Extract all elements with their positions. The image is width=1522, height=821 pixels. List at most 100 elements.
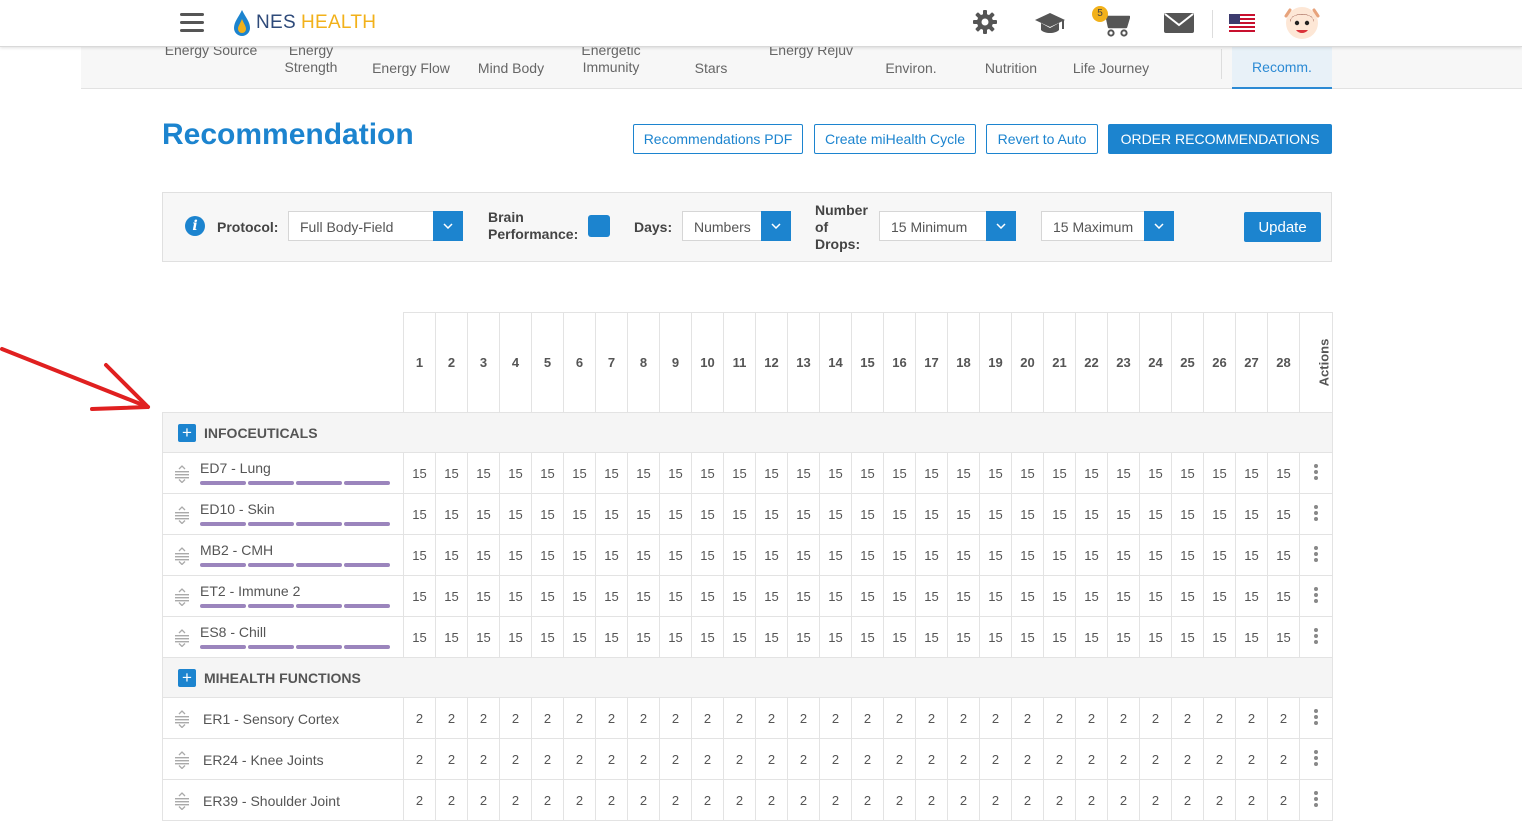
dose-cell[interactable]: 2 bbox=[499, 697, 532, 739]
drag-handle-icon[interactable] bbox=[174, 588, 190, 607]
revert-to-auto-button[interactable]: Revert to Auto bbox=[986, 124, 1098, 154]
dose-cell[interactable]: 15 bbox=[1107, 452, 1140, 494]
dose-cell[interactable]: 2 bbox=[531, 697, 564, 739]
tab-energy-rejuv[interactable]: Energy Rejuv bbox=[761, 42, 861, 89]
dose-cell[interactable]: 15 bbox=[467, 452, 500, 494]
dose-cell[interactable]: 15 bbox=[691, 616, 724, 658]
dose-cell[interactable]: 15 bbox=[883, 616, 916, 658]
dose-cell[interactable]: 15 bbox=[1075, 493, 1108, 535]
dose-cell[interactable]: 15 bbox=[1235, 575, 1268, 617]
dose-cell[interactable]: 15 bbox=[723, 616, 756, 658]
drops-minimum-select[interactable]: 15 Minimum bbox=[879, 211, 1016, 241]
create-mihealth-cycle-button[interactable]: Create miHealth Cycle bbox=[814, 124, 976, 154]
dose-cell[interactable]: 15 bbox=[467, 534, 500, 576]
dose-cell[interactable]: 15 bbox=[1139, 616, 1172, 658]
days-select[interactable]: Numbers bbox=[682, 211, 791, 241]
dose-cell[interactable]: 15 bbox=[755, 493, 788, 535]
dose-cell[interactable]: 2 bbox=[979, 738, 1012, 780]
more-vertical-icon[interactable] bbox=[1314, 748, 1318, 768]
dose-cell[interactable]: 15 bbox=[403, 534, 436, 576]
dose-cell[interactable]: 15 bbox=[1203, 534, 1236, 576]
dose-cell[interactable]: 15 bbox=[563, 534, 596, 576]
dose-cell[interactable]: 2 bbox=[563, 779, 596, 821]
dose-cell[interactable]: 2 bbox=[915, 779, 948, 821]
dose-cell[interactable]: 15 bbox=[595, 534, 628, 576]
dose-cell[interactable]: 2 bbox=[915, 738, 948, 780]
dose-cell[interactable]: 15 bbox=[915, 534, 948, 576]
dose-cell[interactable]: 15 bbox=[499, 616, 532, 658]
dose-cell[interactable]: 15 bbox=[531, 493, 564, 535]
dose-cell[interactable]: 15 bbox=[499, 493, 532, 535]
dose-cell[interactable]: 15 bbox=[1171, 575, 1204, 617]
dose-cell[interactable]: 15 bbox=[915, 616, 948, 658]
dose-cell[interactable]: 2 bbox=[1107, 697, 1140, 739]
dose-cell[interactable]: 2 bbox=[627, 697, 660, 739]
dose-cell[interactable]: 15 bbox=[1107, 575, 1140, 617]
dose-cell[interactable]: 15 bbox=[467, 616, 500, 658]
dose-cell[interactable]: 2 bbox=[691, 779, 724, 821]
dose-cell[interactable]: 15 bbox=[819, 575, 852, 617]
dose-cell[interactable]: 15 bbox=[1267, 616, 1300, 658]
dose-cell[interactable]: 15 bbox=[851, 575, 884, 617]
add-item-icon[interactable]: + bbox=[178, 668, 196, 687]
dose-cell[interactable]: 2 bbox=[915, 697, 948, 739]
dose-cell[interactable]: 15 bbox=[1011, 452, 1044, 494]
dose-cell[interactable]: 2 bbox=[595, 779, 628, 821]
tab-energetic-immunity[interactable]: Energetic Immunity bbox=[561, 42, 661, 89]
dose-cell[interactable]: 2 bbox=[531, 779, 564, 821]
dose-cell[interactable]: 15 bbox=[691, 575, 724, 617]
dose-cell[interactable]: 15 bbox=[1139, 452, 1172, 494]
brain-performance-checkbox[interactable] bbox=[588, 215, 610, 237]
order-recommendations-button[interactable]: ORDER RECOMMENDATIONS bbox=[1108, 124, 1332, 154]
dose-cell[interactable]: 15 bbox=[979, 616, 1012, 658]
dose-cell[interactable]: 15 bbox=[531, 575, 564, 617]
dose-cell[interactable]: 2 bbox=[755, 738, 788, 780]
dose-cell[interactable]: 2 bbox=[627, 779, 660, 821]
dose-cell[interactable]: 2 bbox=[723, 697, 756, 739]
dose-cell[interactable]: 15 bbox=[851, 493, 884, 535]
more-vertical-icon[interactable] bbox=[1314, 707, 1318, 727]
dose-cell[interactable]: 15 bbox=[1075, 452, 1108, 494]
tab-life-journey[interactable]: Life Journey bbox=[1061, 47, 1161, 89]
dose-cell[interactable]: 15 bbox=[755, 452, 788, 494]
dose-cell[interactable]: 15 bbox=[1235, 452, 1268, 494]
dose-cell[interactable]: 15 bbox=[531, 452, 564, 494]
dose-cell[interactable]: 2 bbox=[1011, 738, 1044, 780]
dose-cell[interactable]: 15 bbox=[1171, 534, 1204, 576]
dose-cell[interactable]: 15 bbox=[723, 452, 756, 494]
dose-cell[interactable]: 15 bbox=[435, 575, 468, 617]
dose-cell[interactable]: 2 bbox=[1139, 738, 1172, 780]
dose-cell[interactable]: 2 bbox=[1011, 697, 1044, 739]
dose-cell[interactable]: 2 bbox=[755, 697, 788, 739]
dose-cell[interactable]: 15 bbox=[1075, 575, 1108, 617]
dose-cell[interactable]: 2 bbox=[1235, 697, 1268, 739]
dose-cell[interactable]: 2 bbox=[883, 697, 916, 739]
drag-handle-icon[interactable] bbox=[174, 547, 190, 566]
dose-cell[interactable]: 15 bbox=[563, 493, 596, 535]
dose-cell[interactable]: 15 bbox=[435, 493, 468, 535]
add-item-icon[interactable]: + bbox=[178, 423, 196, 442]
dose-cell[interactable]: 15 bbox=[1203, 452, 1236, 494]
dose-cell[interactable]: 15 bbox=[947, 616, 980, 658]
gear-icon[interactable] bbox=[972, 9, 998, 35]
dose-cell[interactable]: 15 bbox=[1171, 452, 1204, 494]
dose-cell[interactable]: 15 bbox=[723, 493, 756, 535]
graduation-cap-icon[interactable] bbox=[1034, 10, 1066, 36]
dose-cell[interactable]: 15 bbox=[1011, 575, 1044, 617]
dose-cell[interactable]: 15 bbox=[819, 616, 852, 658]
dose-cell[interactable]: 15 bbox=[723, 534, 756, 576]
dose-cell[interactable]: 2 bbox=[435, 738, 468, 780]
dose-cell[interactable]: 15 bbox=[595, 616, 628, 658]
dose-cell[interactable]: 2 bbox=[787, 779, 820, 821]
dose-cell[interactable]: 15 bbox=[787, 452, 820, 494]
dose-cell[interactable]: 15 bbox=[1075, 616, 1108, 658]
dose-cell[interactable]: 15 bbox=[1235, 616, 1268, 658]
dose-cell[interactable]: 2 bbox=[1235, 738, 1268, 780]
dose-cell[interactable]: 2 bbox=[787, 738, 820, 780]
dose-cell[interactable]: 15 bbox=[659, 575, 692, 617]
dose-cell[interactable]: 2 bbox=[403, 738, 436, 780]
dose-cell[interactable]: 15 bbox=[755, 616, 788, 658]
dose-cell[interactable]: 15 bbox=[1203, 575, 1236, 617]
dose-cell[interactable]: 15 bbox=[851, 452, 884, 494]
more-vertical-icon[interactable] bbox=[1314, 789, 1318, 809]
